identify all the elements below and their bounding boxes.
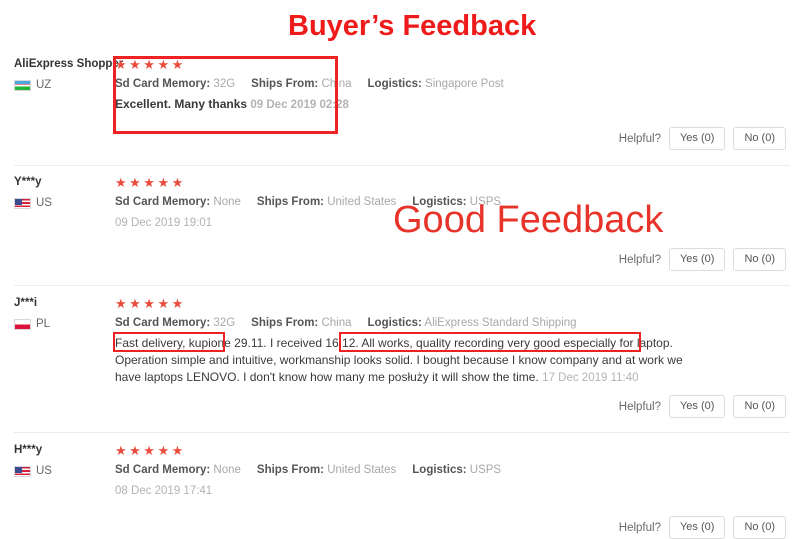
- attr-ships-from: Ships From: China: [251, 317, 351, 329]
- helpful-label: Helpful?: [618, 521, 661, 534]
- attr-label: Ships From:: [256, 464, 325, 476]
- attr-sd-card-memory: Sd Card Memory: None: [115, 464, 241, 476]
- flag-pl-icon: [14, 318, 31, 330]
- review-date: 17 Dec 2019 11:40: [542, 372, 639, 384]
- attr-logistics: Logistics: USPS: [412, 464, 501, 476]
- attr-value: USPS: [469, 464, 502, 476]
- attr-sd-card-memory: Sd Card Memory: 32G: [115, 78, 235, 90]
- attr-logistics: Logistics: Singapore Post: [368, 78, 504, 90]
- reviewer-info: J***i PL: [14, 296, 110, 330]
- attr-value: United States: [327, 464, 397, 476]
- review-comment: Excellent. Many thanks 09 Dec 2019 02:28: [115, 96, 690, 114]
- review-comment: Fast delivery, kupione 29.11. I received…: [115, 335, 690, 387]
- review-date: 08 Dec 2019 17:41: [115, 485, 213, 497]
- reviewer-country: US: [14, 465, 110, 477]
- attr-label: Ships From:: [251, 78, 319, 90]
- attr-ships-from: Ships From: United States: [257, 464, 396, 476]
- review-body: ★★★★★ Sd Card Memory: 32G Ships From: Chi…: [115, 57, 790, 114]
- attr-value: None: [213, 464, 241, 476]
- attr-value: AliExpress Standard Shipping: [424, 317, 577, 329]
- helpful-row: Helpful? Yes (0) No (0): [619, 516, 786, 539]
- star-rating: ★★★★★: [115, 57, 186, 72]
- annotation-good-feedback: Good Feedback: [393, 199, 664, 241]
- attr-label: Sd Card Memory:: [115, 78, 211, 90]
- reviewer-name: H***y: [14, 444, 43, 456]
- country-code: US: [36, 465, 52, 477]
- reviewer-info: Y***y US: [14, 175, 110, 209]
- attr-label: Logistics:: [412, 464, 467, 476]
- attr-label: Logistics:: [367, 78, 422, 90]
- helpful-yes-button[interactable]: Yes (0): [668, 127, 726, 150]
- helpful-label: Helpful?: [618, 400, 661, 413]
- reviewer-info: AliExpress Shopper UZ: [14, 57, 124, 91]
- review-item: AliExpress Shopper UZ ★★★★★ Sd Card Memo…: [0, 52, 800, 157]
- review-separator: [14, 432, 790, 433]
- helpful-row: Helpful? Yes (0) No (0): [619, 127, 786, 150]
- attr-label: Sd Card Memory:: [115, 464, 211, 476]
- review-attributes: Sd Card Memory: 32G Ships From: China Logi…: [115, 76, 790, 92]
- helpful-yes-button[interactable]: Yes (0): [668, 395, 726, 418]
- helpful-label: Helpful?: [618, 253, 661, 266]
- reviewer-name: J***i: [14, 297, 38, 309]
- attr-label: Ships From:: [256, 196, 325, 208]
- attr-logistics: Logistics: AliExpress Standard Shipping: [368, 317, 577, 329]
- star-rating: ★★★★★: [115, 443, 186, 458]
- attr-value: Singapore Post: [425, 78, 504, 90]
- review-item: H***y US ★★★★★ Sd Card Memory: None Ships…: [0, 432, 800, 539]
- star-rating: ★★★★★: [115, 296, 186, 311]
- helpful-no-button[interactable]: No (0): [733, 248, 786, 271]
- star-rating: ★★★★★: [115, 175, 186, 190]
- review-body: ★★★★★ Sd Card Memory: 32G Ships From: Chi…: [115, 296, 790, 387]
- review-comment-text: Excellent. Many thanks: [115, 97, 248, 111]
- reviewer-name: Y***y: [14, 176, 42, 188]
- flag-us-icon: [14, 197, 31, 209]
- review-attributes: Sd Card Memory: None Ships From: United S…: [115, 462, 790, 478]
- attr-sd-card-memory: Sd Card Memory: 32G: [115, 317, 235, 329]
- reviewer-country: US: [14, 197, 110, 209]
- attr-label: Ships From:: [251, 317, 319, 329]
- buyer-feedback-page: AliExpress Shopper UZ ★★★★★ Sd Card Memo…: [0, 0, 800, 539]
- attr-value: 32G: [213, 78, 236, 90]
- attr-value: China: [321, 317, 352, 329]
- helpful-row: Helpful? Yes (0) No (0): [619, 248, 786, 271]
- helpful-no-button[interactable]: No (0): [733, 127, 786, 150]
- review-item: J***i PL ★★★★★ Sd Card Memory: 32G Ships …: [0, 285, 800, 425]
- country-code: UZ: [36, 79, 52, 91]
- country-code: PL: [36, 318, 51, 330]
- review-attributes: Sd Card Memory: 32G Ships From: China Logi…: [115, 315, 790, 331]
- helpful-row: Helpful? Yes (0) No (0): [619, 395, 786, 418]
- attr-ships-from: Ships From: United States: [257, 196, 396, 208]
- attr-value: 32G: [213, 317, 236, 329]
- attr-label: Sd Card Memory:: [115, 317, 211, 329]
- attr-label: Logistics:: [367, 317, 422, 329]
- helpful-no-button[interactable]: No (0): [733, 516, 786, 539]
- attr-label: Sd Card Memory:: [115, 196, 211, 208]
- attr-sd-card-memory: Sd Card Memory: None: [115, 196, 241, 208]
- attr-value: None: [213, 196, 241, 208]
- helpful-yes-button[interactable]: Yes (0): [668, 516, 726, 539]
- reviewer-name: AliExpress Shopper: [14, 58, 124, 70]
- reviewer-info: H***y US: [14, 443, 110, 477]
- review-separator: [14, 165, 790, 166]
- review-separator: [14, 285, 790, 286]
- helpful-yes-button[interactable]: Yes (0): [668, 248, 726, 271]
- helpful-no-button[interactable]: No (0): [733, 395, 786, 418]
- attr-value: China: [321, 78, 352, 90]
- reviewer-country: UZ: [14, 79, 110, 91]
- attr-value: United States: [327, 196, 397, 208]
- review-date: 09 Dec 2019 02:28: [250, 99, 349, 111]
- helpful-label: Helpful?: [618, 132, 661, 145]
- annotation-title: Buyer’s Feedback: [288, 10, 537, 42]
- country-code: US: [36, 197, 52, 209]
- attr-ships-from: Ships From: China: [251, 78, 351, 90]
- review-body: ★★★★★ Sd Card Memory: None Ships From: Un…: [115, 443, 790, 499]
- flag-uz-icon: [14, 79, 31, 91]
- flag-us-icon: [14, 465, 31, 477]
- reviewer-country: PL: [14, 318, 110, 330]
